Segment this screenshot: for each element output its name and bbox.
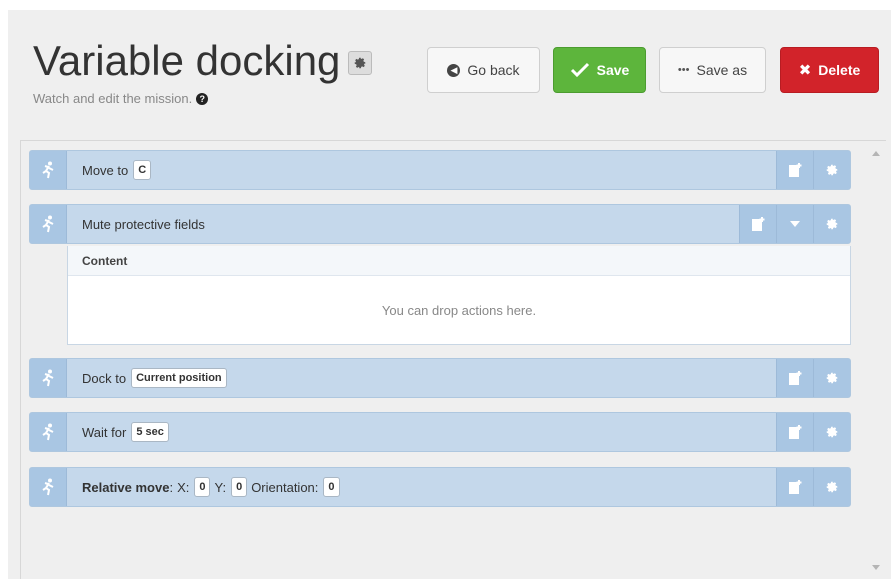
walking-person-icon[interactable] <box>30 413 67 451</box>
action-row-mute-protective-fields[interactable]: Mute protective fields <box>29 204 851 244</box>
action-label: Wait for 5 sec <box>67 422 776 442</box>
add-document-icon[interactable] <box>776 468 813 506</box>
action-row-move-to[interactable]: Move to C <box>29 150 851 190</box>
go-back-button[interactable]: ◀ Go back <box>427 47 540 93</box>
subtitle-text: Watch and edit the mission. <box>33 91 193 106</box>
arrow-left-circle-icon: ◀ <box>447 63 461 77</box>
action-row-dock-to[interactable]: Dock to Current position <box>29 358 851 398</box>
gear-icon[interactable] <box>813 468 850 506</box>
go-back-label: Go back <box>467 62 520 78</box>
delete-button[interactable]: ✖ Delete <box>780 47 879 93</box>
orientation-value-pill[interactable]: 0 <box>323 477 340 497</box>
mission-editor: Move to C Mute protective fields Content… <box>20 140 886 579</box>
y-label: Y: <box>214 479 227 495</box>
action-row-relative-move[interactable]: Relative move: X: 0 Y: 0 Orientation: 0 <box>29 467 851 507</box>
action-label: Move to C <box>67 160 776 180</box>
page-title-text: Variable docking <box>33 37 341 84</box>
x-label: X: <box>177 479 190 495</box>
add-document-icon[interactable] <box>739 205 776 243</box>
action-name: Move to <box>82 162 129 178</box>
checkmark-icon <box>570 62 590 78</box>
save-as-button[interactable]: ••• Save as <box>659 47 766 93</box>
drop-zone[interactable]: You can drop actions here. <box>68 303 850 318</box>
x-value-pill[interactable]: 0 <box>194 477 211 497</box>
page-subtitle: Watch and edit the mission. ? <box>33 91 209 106</box>
colon: : <box>169 479 174 495</box>
walking-person-icon[interactable] <box>30 205 67 243</box>
save-label: Save <box>596 62 630 78</box>
walking-person-icon[interactable] <box>30 468 67 506</box>
param-pill[interactable]: Current position <box>131 368 227 388</box>
walking-person-icon[interactable] <box>30 359 67 397</box>
action-name: Mute protective fields <box>82 216 205 232</box>
action-name: Relative move <box>82 479 170 495</box>
param-pill[interactable]: 5 sec <box>131 422 169 442</box>
walking-person-icon[interactable] <box>30 151 67 189</box>
save-as-label: Save as <box>696 62 748 78</box>
scrollbar[interactable] <box>866 141 886 580</box>
gear-icon[interactable] <box>813 151 850 189</box>
scroll-down-arrow[interactable] <box>872 565 880 570</box>
action-row-wait-for[interactable]: Wait for 5 sec <box>29 412 851 452</box>
delete-label: Delete <box>818 62 861 78</box>
page-title: Variable docking <box>33 37 373 84</box>
gear-icon[interactable] <box>348 51 373 75</box>
content-header: Content <box>68 246 850 276</box>
help-icon[interactable]: ? <box>196 92 209 105</box>
chevron-down-icon[interactable] <box>776 205 813 243</box>
action-name: Dock to <box>82 370 127 386</box>
action-label: Mute protective fields <box>67 217 739 232</box>
gear-icon[interactable] <box>813 359 850 397</box>
expanded-content-area: Content You can drop actions here. <box>67 246 851 345</box>
add-document-icon[interactable] <box>776 151 813 189</box>
ellipsis-icon: ••• <box>677 64 690 76</box>
param-pill[interactable]: C <box>133 160 152 180</box>
scroll-up-arrow[interactable] <box>872 151 880 156</box>
orientation-label: Orientation: <box>251 479 319 495</box>
close-icon: ✖ <box>798 62 812 79</box>
add-document-icon[interactable] <box>776 413 813 451</box>
action-label: Relative move: X: 0 Y: 0 Orientation: 0 <box>67 477 776 497</box>
save-button[interactable]: Save <box>553 47 646 93</box>
add-document-icon[interactable] <box>776 359 813 397</box>
action-name: Wait for <box>82 424 127 440</box>
gear-icon[interactable] <box>813 413 850 451</box>
gear-icon[interactable] <box>813 205 850 243</box>
y-value-pill[interactable]: 0 <box>231 477 248 497</box>
action-label: Dock to Current position <box>67 368 776 388</box>
